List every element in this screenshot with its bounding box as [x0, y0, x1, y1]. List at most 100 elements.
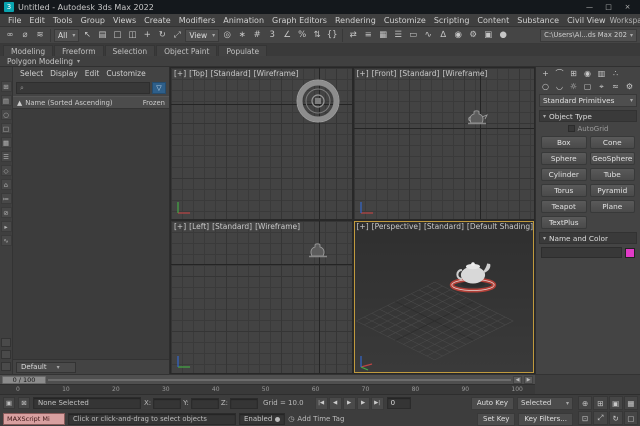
select-object-icon[interactable]: ↖ — [80, 28, 94, 43]
utilities-tab-icon[interactable]: ∴ — [609, 68, 622, 80]
viewport-shading-menu[interactable]: [Default Shading] — [467, 222, 533, 231]
rendered-frame-icon[interactable]: ▣ — [481, 28, 495, 43]
named-selection-sets-icon[interactable]: {} — [325, 28, 339, 43]
play-button[interactable]: ▶ — [343, 397, 356, 410]
display-shapes-icon[interactable]: ○ — [1, 109, 12, 120]
display-helpers-icon[interactable]: ☰ — [1, 151, 12, 162]
zoom-extents-icon[interactable]: ▣ — [609, 396, 623, 410]
ribbon-tab-freeform[interactable]: Freeform — [54, 45, 103, 56]
lights-category-icon[interactable]: ☼ — [567, 81, 580, 93]
edit-menu[interactable]: Edit — [25, 16, 49, 25]
maximize-button[interactable]: □ — [600, 2, 617, 13]
teapot-perspective[interactable] — [451, 262, 493, 290]
schematic-view-icon[interactable]: ∆ — [436, 28, 450, 43]
primitive-category-dropdown[interactable]: Standard Primitives▾ — [539, 94, 637, 107]
pan-icon[interactable]: ⤢ — [593, 411, 607, 425]
next-frame-arrow[interactable]: ▶ — [524, 376, 533, 384]
cameras-category-icon[interactable]: ▢ — [581, 81, 594, 93]
add-time-tag[interactable]: ◷ Add Time Tag — [288, 415, 344, 423]
y-coordinate-field[interactable] — [191, 398, 219, 409]
track-bar[interactable]: 0102030405060708090100 — [0, 384, 535, 394]
scripting-menu[interactable]: Scripting — [430, 16, 474, 25]
content-menu[interactable]: Content — [473, 16, 513, 25]
display-containers-icon[interactable]: ≔ — [1, 193, 12, 204]
perspective-scene[interactable] — [354, 221, 535, 373]
name-and-color-rollout[interactable]: ▾ Name and Color — [539, 232, 637, 244]
viewport-general-menu[interactable]: [+] — [357, 69, 369, 78]
textplus-button[interactable]: TextPlus — [541, 216, 587, 229]
key-filters-button[interactable]: Key Filters... — [518, 413, 573, 426]
rendering-menu[interactable]: Rendering — [331, 16, 380, 25]
render-setup-icon[interactable]: ⚙ — [466, 28, 480, 43]
group-menu[interactable]: Group — [77, 16, 109, 25]
views-menu[interactable]: Views — [109, 16, 140, 25]
cylinder-button[interactable]: Cylinder — [541, 168, 587, 181]
explorer-item-list[interactable] — [13, 109, 169, 359]
selection-lock-toggle[interactable]: ⊠ — [18, 397, 30, 409]
sort-hierarchy-icon[interactable]: ⊞ — [1, 81, 12, 92]
keyboard-override-icon[interactable]: # — [250, 28, 264, 43]
x-coordinate-field[interactable] — [153, 398, 181, 409]
object-type-rollout[interactable]: ▾ Object Type — [539, 110, 637, 122]
maximize-viewport-icon[interactable]: ▢ — [624, 411, 638, 425]
geosphere-button[interactable]: GeoSphere — [590, 152, 636, 165]
pyramid-button[interactable]: Pyramid — [590, 184, 636, 197]
previous-frame-button[interactable]: ◀ — [329, 397, 342, 410]
viewport-pov-menu[interactable]: [Perspective] — [372, 222, 421, 231]
percent-snap-icon[interactable]: % — [295, 28, 309, 43]
create-menu[interactable]: Create — [140, 16, 175, 25]
tools-menu[interactable]: Tools — [49, 16, 77, 25]
sphere-button[interactable]: Sphere — [541, 152, 587, 165]
ribbon-tab-modeling[interactable]: Modeling — [3, 45, 53, 56]
project-folder-field[interactable]: C:\Users\Al...ds Max 202▾ — [540, 29, 637, 42]
customize-menu[interactable]: Customize — [380, 16, 430, 25]
z-coordinate-field[interactable] — [230, 398, 258, 409]
material-editor-icon[interactable]: ◉ — [451, 28, 465, 43]
ribbon-tab-selection[interactable]: Selection — [105, 45, 156, 56]
viewport-top[interactable]: [+] [Top] [Standard] [Wireframe] — [171, 68, 352, 219]
display-warps-icon[interactable]: ◇ — [1, 165, 12, 176]
graph-editors-menu[interactable]: Graph Editors — [268, 16, 331, 25]
viewport-style-menu[interactable]: [Standard] — [424, 222, 464, 231]
render-production-icon[interactable]: ● — [496, 28, 510, 43]
geometry-category-icon[interactable]: ○ — [539, 81, 552, 93]
time-slider-track[interactable]: 0 / 100 ◀ ▶ — [0, 374, 535, 384]
unlink-selection-icon[interactable]: ⌀ — [18, 28, 32, 43]
select-and-link-icon[interactable]: ∞ — [3, 28, 17, 43]
current-frame-field[interactable]: 0 — [387, 397, 411, 409]
window-crossing-icon[interactable]: ◫ — [125, 28, 139, 43]
spinner-snap-icon[interactable]: ⇅ — [310, 28, 324, 43]
viewport-pov-menu[interactable]: [Left] — [189, 222, 209, 231]
zoom-region-icon[interactable]: ⊡ — [578, 411, 592, 425]
time-slider-groove[interactable] — [48, 379, 511, 381]
isolate-selection-toggle[interactable]: ▣ — [3, 397, 15, 409]
display-materials-icon[interactable]: ⊘ — [1, 207, 12, 218]
display-lights-icon[interactable]: □ — [1, 123, 12, 134]
object-color-swatch[interactable] — [625, 248, 635, 258]
select-by-name-icon[interactable]: ▤ — [95, 28, 109, 43]
select-and-move-icon[interactable]: + — [140, 28, 154, 43]
hierarchy-tab-icon[interactable]: ⊞ — [567, 68, 580, 80]
viewport-style-menu[interactable]: [Standard] — [212, 222, 252, 231]
file-menu[interactable]: File — [4, 16, 25, 25]
frozen-column-header[interactable]: Frozen — [143, 99, 165, 107]
zoom-extents-all-icon[interactable]: ▦ — [624, 396, 638, 410]
autogrid-checkbox[interactable]: AutoGrid — [536, 123, 640, 134]
angle-snap-icon[interactable]: ∠ — [280, 28, 294, 43]
display-tab-icon[interactable]: ▥ — [595, 68, 608, 80]
teapot-left-view[interactable] — [307, 241, 333, 261]
auto-key-button[interactable]: Auto Key — [471, 397, 514, 410]
viewport-layout-tab-b[interactable] — [1, 350, 11, 359]
modifiers-menu[interactable]: Modifiers — [175, 16, 220, 25]
use-pivot-center-icon[interactable]: ◎ — [220, 28, 234, 43]
display-geometry-icon[interactable]: ▤ — [1, 95, 12, 106]
go-to-start-button[interactable]: |◀ — [315, 397, 328, 410]
mirror-icon[interactable]: ⇄ — [346, 28, 360, 43]
viewport-layout-tab-c[interactable] — [1, 362, 11, 371]
explorer-menu-edit[interactable]: Edit — [82, 69, 103, 78]
bind-to-space-warp-icon[interactable]: ≋ — [33, 28, 47, 43]
teapot-front-view[interactable] — [466, 108, 492, 128]
explorer-column-header[interactable]: ▲ Name (Sorted Ascending) Frozen — [13, 96, 169, 109]
time-slider-handle[interactable]: 0 / 100 — [2, 376, 46, 384]
selection-set-dropdown[interactable]: Selected▾ — [517, 397, 573, 410]
